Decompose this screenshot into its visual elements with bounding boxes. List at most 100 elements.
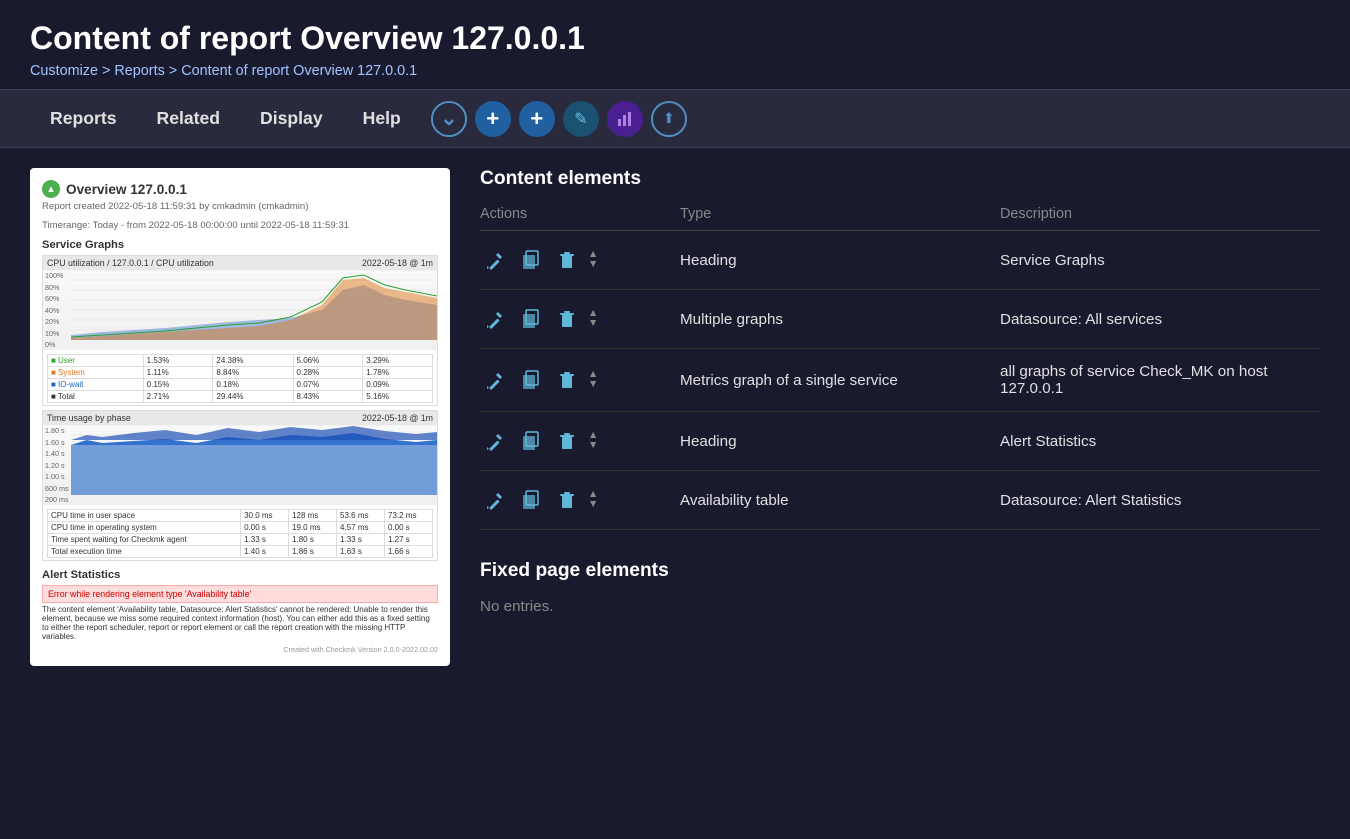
row-1-edit-icon[interactable] — [480, 245, 510, 275]
nav-item-reports[interactable]: Reports — [30, 90, 136, 147]
preview-graph-2-table: CPU time in user space30.0 ms128 ms53.6 … — [47, 509, 433, 558]
row-2-edit-icon[interactable] — [480, 304, 510, 334]
row-5-actions: ▲ ▼ — [480, 485, 680, 515]
nav-item-help[interactable]: Help — [343, 90, 421, 147]
row-4-desc: Alert Statistics — [1000, 433, 1320, 450]
breadcrumb-customize[interactable]: Customize — [30, 63, 98, 79]
table-row: ▲ ▼ Metrics graph of a single service al… — [480, 349, 1320, 412]
content-table: Actions Type Description — [480, 206, 1320, 530]
navbar: Reports Related Display Help ⌄ + + ✎ ⬆ — [0, 89, 1350, 148]
preview-graph-1-table: ■ User1.53%24.38%5.06%3.29% ■ System1.11… — [47, 354, 433, 403]
graph-2-svg — [71, 425, 437, 495]
row-5-copy-icon[interactable] — [516, 485, 546, 515]
row-1-sort-arrows[interactable]: ▲ ▼ — [588, 250, 598, 271]
graph-2-area — [71, 425, 437, 505]
row-1-copy-icon[interactable] — [516, 245, 546, 275]
page-title: Content of report Overview 127.0.0.1 — [30, 20, 1320, 57]
main-content: ▲ Overview 127.0.0.1 Report created 2022… — [0, 148, 1350, 686]
row-2-delete-icon[interactable] — [552, 304, 582, 334]
row-4-actions: ▲ ▼ — [480, 426, 680, 456]
row-4-sort-arrows[interactable]: ▲ ▼ — [588, 431, 598, 452]
nav-item-related[interactable]: Related — [136, 90, 240, 147]
table-row: ▲ ▼ Heading Service Graphs — [480, 231, 1320, 290]
preview-graph-2-body: 1.80 s1.60 s1.40 s1.20 s1.00 s600 ms200 … — [43, 425, 437, 505]
col-description: Description — [1000, 206, 1320, 222]
row-2-type: Multiple graphs — [680, 311, 1000, 328]
row-3-copy-icon[interactable] — [516, 365, 546, 395]
graph-2-y-labels: 1.80 s1.60 s1.40 s1.20 s1.00 s600 ms200 … — [43, 425, 71, 505]
nav-icons: ⌄ + + ✎ ⬆ — [431, 101, 687, 137]
preview-title: ▲ Overview 127.0.0.1 — [42, 180, 438, 198]
fixed-elements-title: Fixed page elements — [480, 560, 1320, 582]
row-1-type: Heading — [680, 252, 1000, 269]
row-2-desc: Datasource: All services — [1000, 311, 1320, 328]
preview-error-label: Error while rendering element type 'Avai… — [42, 585, 438, 603]
graph-1-area — [71, 270, 437, 350]
upload-button[interactable]: ⬆ — [651, 101, 687, 137]
page-header: Content of report Overview 127.0.0.1 Cus… — [0, 0, 1350, 89]
preview-alert-section: Alert Statistics Error while rendering e… — [42, 569, 438, 641]
row-5-edit-icon[interactable] — [480, 485, 510, 515]
row-3-delete-icon[interactable] — [552, 365, 582, 395]
row-1-delete-icon[interactable] — [552, 245, 582, 275]
edit-button[interactable]: ✎ — [563, 101, 599, 137]
preview-panel: ▲ Overview 127.0.0.1 Report created 2022… — [30, 168, 450, 666]
add-button-2[interactable]: + — [519, 101, 555, 137]
nav-item-display[interactable]: Display — [240, 90, 343, 147]
row-4-edit-icon[interactable] — [480, 426, 510, 456]
preview-meta-line1: Report created 2022-05-18 11:59:31 by cm… — [42, 201, 438, 212]
preview-graph-1-header: CPU utilization / 127.0.0.1 / CPU utiliz… — [43, 256, 437, 270]
add-button-1[interactable]: + — [475, 101, 511, 137]
row-4-delete-icon[interactable] — [552, 426, 582, 456]
preview-logo-icon: ▲ — [42, 180, 60, 198]
preview-inner: ▲ Overview 127.0.0.1 Report created 2022… — [30, 168, 450, 666]
chart-button[interactable] — [607, 101, 643, 137]
breadcrumb-sep2: > — [165, 63, 181, 79]
table-row: ▲ ▼ Multiple graphs Datasource: All serv… — [480, 290, 1320, 349]
graph-1-svg — [71, 270, 437, 340]
chart-icon — [617, 111, 633, 127]
preview-error-detail: The content element 'Availability table,… — [42, 605, 438, 641]
row-2-copy-icon[interactable] — [516, 304, 546, 334]
row-3-actions: ▲ ▼ — [480, 365, 680, 395]
table-row: ▲ ▼ Availability table Datasource: Alert… — [480, 471, 1320, 530]
row-5-delete-icon[interactable] — [552, 485, 582, 515]
table-row: ▲ ▼ Heading Alert Statistics — [480, 412, 1320, 471]
preview-footer: Created with Checkmk Version 2.0.0-2022.… — [42, 645, 438, 654]
breadcrumb: Customize > Reports > Content of report … — [30, 63, 1320, 79]
row-4-copy-icon[interactable] — [516, 426, 546, 456]
breadcrumb-current: Content of report Overview 127.0.0.1 — [181, 63, 417, 79]
content-elements-title: Content elements — [480, 168, 1320, 190]
no-entries-label: No entries. — [480, 598, 1320, 615]
preview-graph-2-footer: CPU time in user space30.0 ms128 ms53.6 … — [43, 505, 437, 560]
graph-1-y-labels: 100%80%60%40%20%10%0% — [43, 270, 71, 350]
row-2-sort-arrows[interactable]: ▲ ▼ — [588, 309, 598, 330]
row-3-desc: all graphs of service Check_MK on host 1… — [1000, 363, 1320, 397]
chevron-down-button[interactable]: ⌄ — [431, 101, 467, 137]
breadcrumb-sep1: > — [98, 63, 114, 79]
row-5-desc: Datasource: Alert Statistics — [1000, 492, 1320, 509]
preview-graph-2: Time usage by phase 2022-05-18 @ 1m 1.80… — [42, 410, 438, 561]
preview-meta-line2: Timerange: Today - from 2022-05-18 00:00… — [42, 220, 438, 231]
col-actions: Actions — [480, 206, 680, 222]
col-type: Type — [680, 206, 1000, 222]
row-1-desc: Service Graphs — [1000, 252, 1320, 269]
row-2-actions: ▲ ▼ — [480, 304, 680, 334]
row-3-edit-icon[interactable] — [480, 365, 510, 395]
content-table-header: Actions Type Description — [480, 206, 1320, 231]
row-5-sort-arrows[interactable]: ▲ ▼ — [588, 490, 598, 511]
row-1-actions: ▲ ▼ — [480, 245, 680, 275]
row-4-type: Heading — [680, 433, 1000, 450]
row-5-type: Availability table — [680, 492, 1000, 509]
preview-alert-title: Alert Statistics — [42, 569, 438, 581]
preview-graph-2-header: Time usage by phase 2022-05-18 @ 1m — [43, 411, 437, 425]
breadcrumb-reports[interactable]: Reports — [114, 63, 164, 79]
preview-graph-1-footer: ■ User1.53%24.38%5.06%3.29% ■ System1.11… — [43, 350, 437, 405]
row-3-type: Metrics graph of a single service — [680, 372, 1000, 389]
right-panel: Content elements Actions Type Descriptio… — [450, 168, 1320, 666]
preview-graph-1-body: 100%80%60%40%20%10%0% — [43, 270, 437, 350]
row-3-sort-arrows[interactable]: ▲ ▼ — [588, 370, 598, 391]
preview-service-graphs-title: Service Graphs — [42, 239, 438, 251]
preview-graph-1: CPU utilization / 127.0.0.1 / CPU utiliz… — [42, 255, 438, 406]
fixed-elements-section: Fixed page elements No entries. — [480, 560, 1320, 615]
